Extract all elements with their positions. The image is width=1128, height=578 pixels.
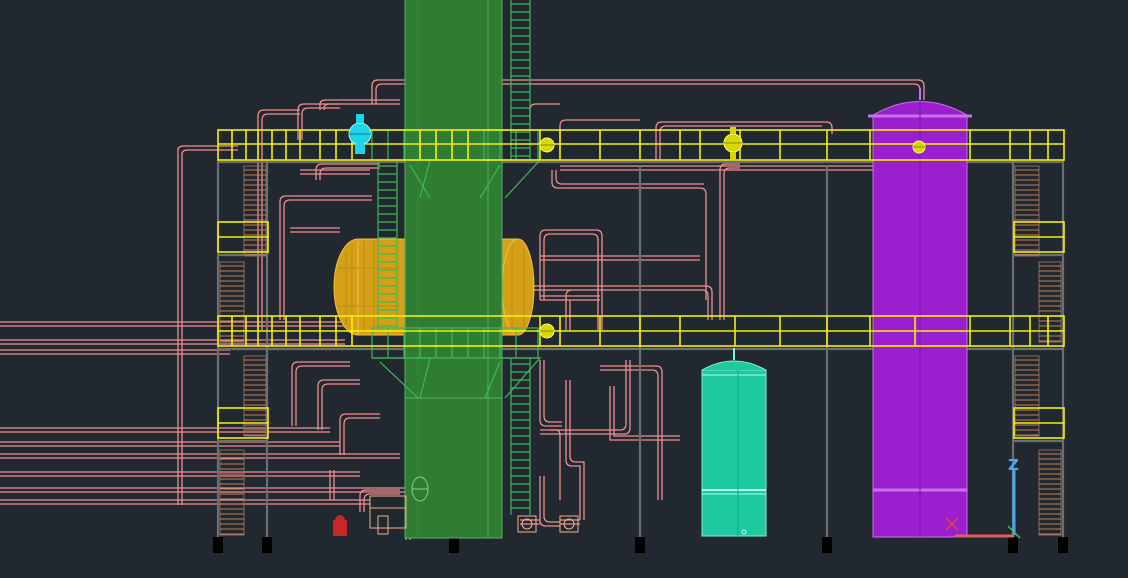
red-pump — [333, 515, 347, 536]
ucs-z-label: Z — [1008, 456, 1019, 474]
yellow-valve-2 — [912, 140, 926, 154]
ladder-lower — [510, 358, 531, 515]
cad-viewport[interactable]: Z — [0, 0, 1128, 578]
vertical-tank-tall — [868, 88, 972, 538]
plant-elevation-drawing: Z — [0, 0, 1068, 553]
orange-pump-left — [369, 495, 407, 535]
yellow-valve-4 — [539, 323, 555, 339]
distillation-column — [404, 0, 503, 539]
yellow-valve-3 — [539, 137, 555, 153]
vertical-tank-small — [701, 348, 767, 537]
